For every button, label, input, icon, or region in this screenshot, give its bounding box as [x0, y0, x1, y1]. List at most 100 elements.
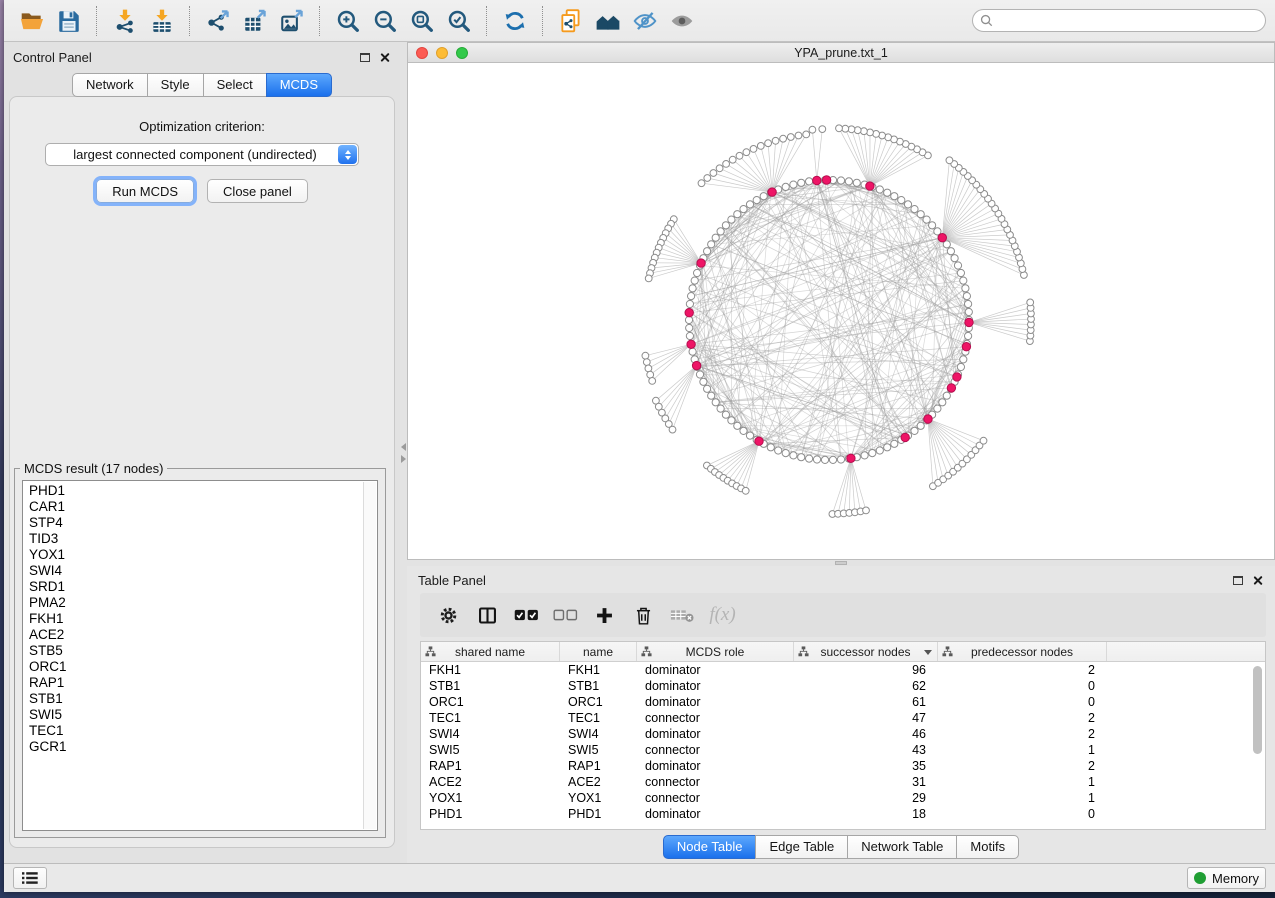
network-ring-node[interactable]: [790, 452, 797, 459]
network-ring-node[interactable]: [869, 450, 876, 457]
network-leaf-node[interactable]: [819, 126, 826, 133]
network-ring-node[interactable]: [728, 216, 735, 223]
network-ring-node[interactable]: [957, 269, 964, 276]
network-ring-node[interactable]: [722, 411, 729, 418]
cell-mcds-role[interactable]: dominator: [637, 662, 794, 678]
network-ring-node[interactable]: [740, 206, 747, 213]
network-leaf-node[interactable]: [723, 161, 730, 168]
network-mcds-node[interactable]: [938, 234, 946, 242]
cell-name[interactable]: SWI4: [560, 726, 637, 742]
network-ring-node[interactable]: [957, 363, 964, 370]
table-row[interactable]: SWI5SWI5connector431: [421, 742, 1265, 758]
network-ring-node[interactable]: [728, 417, 735, 424]
network-ring-node[interactable]: [685, 316, 692, 323]
column-header-successor-nodes[interactable]: successor nodes: [794, 642, 938, 661]
save-session-button[interactable]: [50, 3, 87, 39]
mcds-node-item[interactable]: PMA2: [29, 595, 377, 611]
network-leaf-node[interactable]: [750, 146, 757, 153]
cell-shared-name[interactable]: STB1: [421, 678, 560, 694]
network-leaf-node[interactable]: [836, 125, 843, 132]
mcds-node-item[interactable]: YOX1: [29, 547, 377, 563]
network-ring-node[interactable]: [829, 456, 836, 463]
cell-shared-name[interactable]: ACE2: [421, 774, 560, 790]
network-ring-node[interactable]: [717, 405, 724, 412]
cell-successor-nodes[interactable]: 62: [794, 678, 938, 694]
network-ring-node[interactable]: [734, 422, 741, 429]
function-builder-button[interactable]: f(x): [709, 601, 734, 629]
network-ring-node[interactable]: [691, 277, 698, 284]
cell-name[interactable]: RAP1: [560, 758, 637, 774]
horizontal-splitter[interactable]: [407, 560, 1275, 566]
table-row[interactable]: ACE2ACE2connector311: [421, 774, 1265, 790]
network-ring-node[interactable]: [708, 392, 715, 399]
table-settings-button[interactable]: [436, 601, 461, 629]
cell-predecessor-nodes[interactable]: 1: [938, 790, 1107, 806]
network-mcds-node[interactable]: [697, 259, 705, 267]
export-table-button[interactable]: [236, 3, 273, 39]
column-header-name[interactable]: name: [560, 642, 637, 661]
cell-successor-nodes[interactable]: 31: [794, 774, 938, 790]
network-leaf-node[interactable]: [803, 131, 810, 138]
cell-shared-name[interactable]: TEC1: [421, 710, 560, 726]
float-panel-icon[interactable]: [1233, 576, 1243, 585]
network-mcds-node[interactable]: [965, 318, 973, 326]
table-tab-node-table[interactable]: Node Table: [663, 835, 757, 859]
network-canvas[interactable]: [408, 63, 1274, 559]
cell-predecessor-nodes[interactable]: 0: [938, 694, 1107, 710]
network-leaf-node[interactable]: [704, 175, 711, 182]
network-mcds-node[interactable]: [947, 384, 955, 392]
tab-select[interactable]: Select: [203, 73, 267, 97]
zoom-in-button[interactable]: [329, 3, 366, 39]
network-ring-node[interactable]: [704, 248, 711, 255]
network-leaf-node[interactable]: [698, 180, 705, 187]
network-ring-node[interactable]: [960, 356, 967, 363]
table-row[interactable]: RAP1RAP1dominator352: [421, 758, 1265, 774]
table-tab-network-table[interactable]: Network Table: [847, 835, 957, 859]
mcds-result-list[interactable]: PHD1CAR1STP4TID3YOX1SWI4SRD1PMA2FKH1ACE2…: [22, 480, 378, 831]
cell-successor-nodes[interactable]: 43: [794, 742, 938, 758]
mcds-node-item[interactable]: PHD1: [29, 483, 377, 499]
mcds-node-item[interactable]: FKH1: [29, 611, 377, 627]
cell-predecessor-nodes[interactable]: 0: [938, 806, 1107, 822]
cell-predecessor-nodes[interactable]: 2: [938, 662, 1107, 678]
network-ring-node[interactable]: [753, 197, 760, 204]
cell-shared-name[interactable]: ORC1: [421, 694, 560, 710]
network-leaf-node[interactable]: [867, 129, 874, 136]
delete-columns-button[interactable]: [670, 601, 695, 629]
select-all-button[interactable]: [514, 601, 539, 629]
cell-mcds-role[interactable]: dominator: [637, 758, 794, 774]
network-ring-node[interactable]: [806, 455, 813, 462]
network-mcds-node[interactable]: [866, 182, 874, 190]
network-ring-node[interactable]: [947, 248, 954, 255]
network-ring-node[interactable]: [686, 324, 693, 331]
network-mcds-node[interactable]: [822, 176, 830, 184]
network-ring-node[interactable]: [934, 405, 941, 412]
cell-name[interactable]: STB1: [560, 678, 637, 694]
network-mcds-node[interactable]: [813, 176, 821, 184]
network-ring-node[interactable]: [876, 447, 883, 454]
network-ring-node[interactable]: [891, 193, 898, 200]
cell-mcds-role[interactable]: connector: [637, 790, 794, 806]
network-ring-node[interactable]: [782, 183, 789, 190]
vertical-splitter[interactable]: [400, 42, 407, 863]
network-ring-node[interactable]: [798, 454, 805, 461]
export-network-button[interactable]: [199, 3, 236, 39]
network-leaf-node[interactable]: [946, 157, 953, 164]
network-ring-node[interactable]: [861, 452, 868, 459]
cell-name[interactable]: PHD1: [560, 806, 637, 822]
mcds-node-item[interactable]: SRD1: [29, 579, 377, 595]
mcds-node-item[interactable]: STB5: [29, 643, 377, 659]
network-ring-node[interactable]: [689, 348, 696, 355]
network-ring-node[interactable]: [740, 427, 747, 434]
deselect-all-button[interactable]: [553, 601, 578, 629]
network-ring-node[interactable]: [798, 179, 805, 186]
network-ring-node[interactable]: [923, 216, 930, 223]
network-ring-node[interactable]: [954, 262, 961, 269]
network-ring-node[interactable]: [837, 177, 844, 184]
network-leaf-node[interactable]: [772, 137, 779, 144]
network-ring-node[interactable]: [965, 300, 972, 307]
tab-mcds[interactable]: MCDS: [266, 73, 332, 97]
network-mcds-node[interactable]: [685, 309, 693, 317]
table-row[interactable]: PHD1PHD1dominator180: [421, 806, 1265, 822]
network-ring-node[interactable]: [963, 293, 970, 300]
